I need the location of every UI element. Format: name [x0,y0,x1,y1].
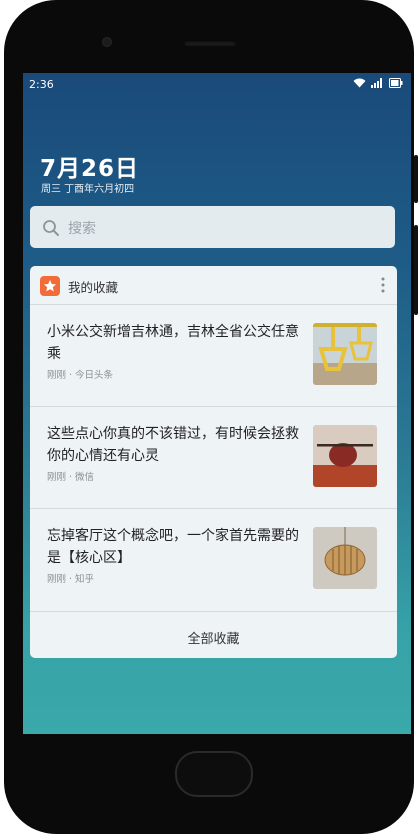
wifi-icon [353,78,366,91]
signal-icon [371,78,384,91]
all-favorites-label: 全部收藏 [187,632,240,647]
item-meta: 刚刚 · 今日头条 [47,370,114,381]
battery-icon [389,78,403,91]
star-icon [40,276,60,296]
phone-frame: 2:36 7月26日 周三 丁酉年六月初四 搜索 我的收藏 小米公交新增吉林通，… [4,0,418,834]
lamp-thumbnail [313,527,377,589]
list-item[interactable]: 忘掉客厅这个概念吧，一个家首先需要的是【核心区】 刚刚 · 知乎 [30,508,397,611]
date-display: 7月26日 [40,156,140,182]
home-button[interactable] [175,751,253,797]
power-button [414,155,418,203]
item-title: 小米公交新增吉林通，吉林全省公交任意乘 [47,324,299,362]
front-camera [102,37,112,47]
bus-handles-thumbnail [313,323,377,385]
search-bar[interactable]: 搜索 [30,206,395,248]
all-favorites-button[interactable]: 全部收藏 [30,611,397,658]
volume-button [414,225,418,315]
item-title: 忘掉客厅这个概念吧，一个家首先需要的是【核心区】 [47,528,299,566]
list-item[interactable]: 小米公交新增吉林通，吉林全省公交任意乘 刚刚 · 今日头条 [30,304,397,407]
item-title: 这些点心你真的不该错过，有时候会拯救你的心情还有心灵 [47,426,299,464]
item-meta: 刚刚 · 微信 [47,472,95,483]
more-vertical-icon[interactable] [381,277,385,297]
status-time: 2:36 [29,78,54,91]
lunar-date: 周三 丁酉年六月初四 [41,184,135,195]
status-bar: 2:36 [23,73,411,95]
favorites-header: 我的收藏 [30,266,397,304]
favorites-card: 我的收藏 小米公交新增吉林通，吉林全省公交任意乘 刚刚 · 今日头条 这些点心你… [30,266,397,658]
pastry-thumbnail [313,425,377,487]
item-meta: 刚刚 · 知乎 [47,574,95,585]
favorites-title: 我的收藏 [68,280,119,295]
search-icon [42,219,60,241]
screen: 2:36 7月26日 周三 丁酉年六月初四 搜索 我的收藏 小米公交新增吉林通，… [23,73,411,734]
earpiece-speaker [184,40,236,46]
search-placeholder: 搜索 [68,221,96,237]
list-item[interactable]: 这些点心你真的不该错过，有时候会拯救你的心情还有心灵 刚刚 · 微信 [30,406,397,509]
